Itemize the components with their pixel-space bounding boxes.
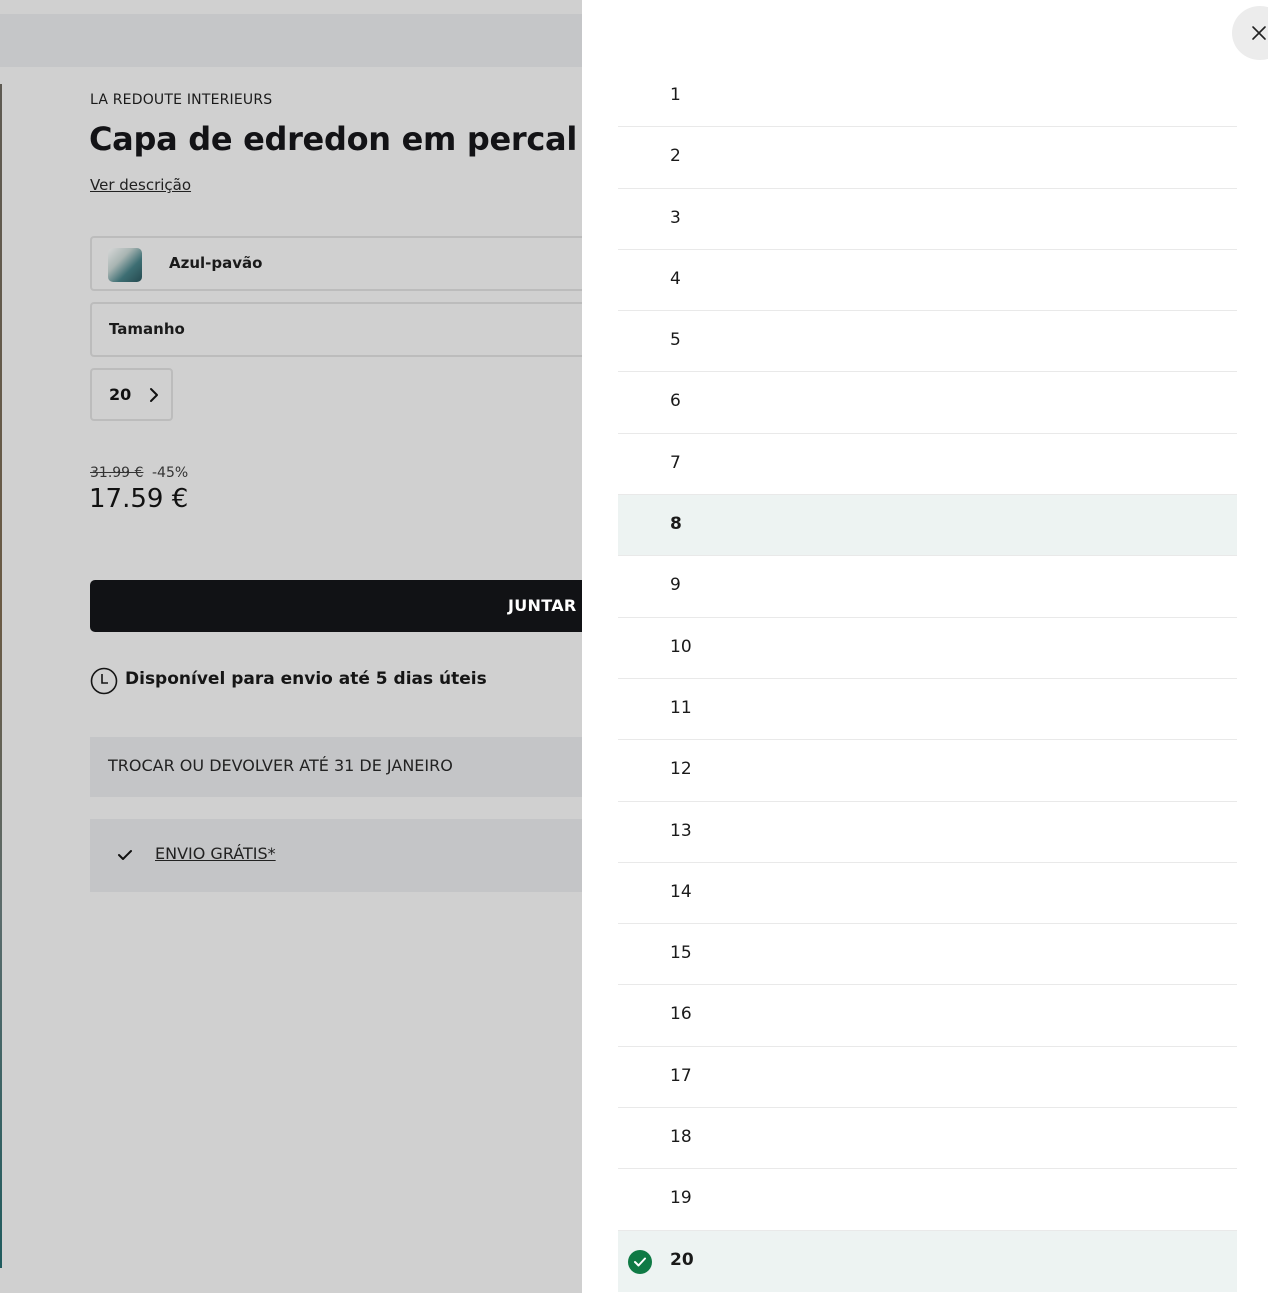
header-bar: [0, 14, 582, 67]
quantity-option[interactable]: 8: [618, 495, 1237, 557]
check-icon: [118, 850, 132, 860]
quantity-option[interactable]: 13: [618, 802, 1237, 863]
quantity-option-label: 17: [670, 1065, 692, 1086]
discount-badge: -45%: [152, 465, 189, 481]
add-to-cart-label: JUNTAR: [508, 596, 577, 615]
free-shipping-link[interactable]: ENVIO GRÁTIS*: [155, 844, 276, 863]
color-swatch: [108, 248, 142, 282]
quantity-option[interactable]: 16: [618, 985, 1237, 1047]
quantity-option[interactable]: 18: [618, 1108, 1237, 1170]
quantity-option-label: 13: [670, 820, 692, 841]
quantity-option-label: 10: [670, 636, 692, 657]
quantity-option[interactable]: 4: [618, 250, 1237, 312]
quantity-option[interactable]: 9: [618, 556, 1237, 618]
quantity-option-label: 8: [670, 514, 682, 535]
quantity-option[interactable]: 7: [618, 434, 1237, 496]
quantity-option[interactable]: 6: [618, 372, 1237, 434]
brand-name[interactable]: LA REDOUTE INTERIEURS: [90, 92, 272, 108]
product-title: Capa de edredon em percal de: [89, 120, 632, 158]
quantity-option[interactable]: 1: [618, 66, 1237, 128]
quantity-option-label: 6: [670, 391, 681, 412]
current-price: 17.59 €: [89, 484, 189, 514]
quantity-option[interactable]: 11: [618, 679, 1237, 741]
see-description-link[interactable]: Ver descrição: [90, 176, 191, 194]
quantity-option[interactable]: 10: [618, 618, 1237, 679]
quantity-option-label: 20: [670, 1249, 694, 1270]
chevron-right-icon: [150, 388, 158, 402]
quantity-option-label: 7: [670, 452, 681, 473]
free-shipping-info: ENVIO GRÁTIS*: [90, 819, 610, 892]
quantity-option-label: 4: [670, 268, 681, 289]
quantity-option[interactable]: 5: [618, 311, 1237, 373]
quantity-option-label: 11: [670, 697, 692, 718]
quantity-option-label: 9: [670, 575, 681, 596]
close-icon: [1252, 26, 1266, 40]
quantity-options-list: 1 2 3 4 5 6 7 8 9 10 11 12 13 14 15 16 17 18 19 20: [618, 66, 1237, 1292]
old-price: 31.99 €: [90, 465, 144, 481]
color-label: Azul-pavão: [169, 254, 263, 272]
quantity-option-label: 14: [670, 881, 692, 902]
quantity-option[interactable]: 15: [618, 924, 1237, 986]
size-label: Tamanho: [109, 320, 185, 338]
quantity-option-label: 5: [670, 330, 681, 351]
quantity-option-label: 19: [670, 1188, 692, 1209]
quantity-option-label: 3: [670, 207, 681, 228]
quantity-option[interactable]: 12: [618, 740, 1237, 802]
size-selector[interactable]: Tamanho: [90, 302, 610, 357]
quantity-option-label: 18: [670, 1127, 692, 1148]
quantity-selector[interactable]: 20: [90, 368, 173, 421]
quantity-option[interactable]: 20: [618, 1230, 1237, 1292]
quantity-option-label: 16: [670, 1004, 692, 1025]
quantity-option-label: 2: [670, 146, 681, 167]
quantity-option[interactable]: 19: [618, 1169, 1237, 1231]
quantity-option-label: 15: [670, 943, 692, 964]
product-image-edge: [0, 84, 2, 1268]
quantity-option-label: 1: [670, 85, 681, 105]
quantity-drawer: 1 2 3 4 5 6 7 8 9 10 11 12 13 14 15 16 17 18 19 20: [582, 0, 1268, 1293]
quantity-option[interactable]: 3: [618, 189, 1237, 250]
quantity-value: 20: [109, 385, 132, 404]
selected-check-icon: [628, 1249, 652, 1274]
quantity-option[interactable]: 14: [618, 863, 1237, 925]
quantity-option[interactable]: 2: [618, 127, 1237, 189]
quantity-option[interactable]: 17: [618, 1047, 1237, 1109]
availability-text: Disponível para envio até 5 dias úteis: [125, 669, 487, 689]
clock-icon: [90, 667, 118, 695]
returns-text: TROCAR OU DEVOLVER ATÉ 31 DE JANEIRO: [108, 756, 453, 775]
quantity-option-label: 12: [670, 759, 692, 780]
returns-info: TROCAR OU DEVOLVER ATÉ 31 DE JANEIRO: [90, 737, 610, 797]
add-to-cart-button[interactable]: JUNTAR: [90, 580, 610, 632]
color-selector[interactable]: Azul-pavão: [90, 236, 610, 291]
close-button[interactable]: [1232, 6, 1268, 60]
